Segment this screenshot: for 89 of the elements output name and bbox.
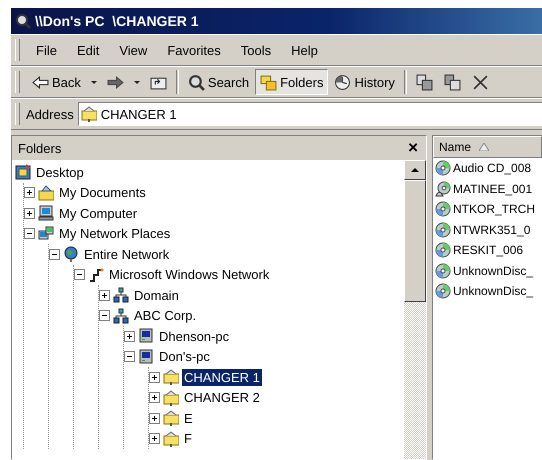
shared-folder-icon [163,369,179,386]
delete-icon [472,74,489,90]
collapse-box[interactable] [99,310,110,322]
collapse-box[interactable] [124,351,135,362]
tree-item[interactable]: F [182,430,194,448]
disc-entry[interactable]: UnknownDisc_ [433,281,542,302]
scroll-up-button[interactable] [404,160,426,180]
disc-entry[interactable]: Audio CD_008 [433,158,542,178]
tree-item[interactable]: Microsoft Windows Network [107,266,272,284]
menu-item[interactable]: File [26,42,67,58]
expand-box[interactable] [149,412,160,424]
menu-item[interactable]: View [109,42,158,58]
back-arrow-icon [32,74,49,90]
column-header[interactable]: Name [433,136,542,158]
address-field[interactable]: CHANGER 1 [78,102,542,126]
folders-button[interactable]: Folders [255,69,328,95]
tree-item[interactable]: Dhenson-pc [157,328,232,345]
tree-item[interactable]: Entire Network [82,246,172,263]
disc-entry[interactable]: UnknownDisc_ [433,260,542,281]
computer-icon [138,328,154,344]
shared-folder-icon [163,430,179,447]
address-label: Address [26,106,75,122]
scrollbar-thumb[interactable] [404,180,426,302]
clock-icon [334,74,352,90]
collapse-box[interactable] [24,228,35,240]
menu-item[interactable]: Favorites [157,42,231,58]
tree-item[interactable]: My Network Places [57,225,172,242]
expand-box[interactable] [124,330,135,342]
menu-item[interactable]: Edit [66,42,110,58]
shared-folder-icon [163,390,179,406]
expand-box[interactable] [99,290,110,301]
up-arrow-icon [411,168,419,172]
tree-item[interactable]: Don's-pc [157,348,212,366]
disc-entry[interactable]: RESKIT_006 [433,240,542,260]
disc-entry[interactable]: MATINEE_001 [433,178,542,199]
disc-icon [435,242,451,258]
tree-item[interactable]: My Documents [57,184,148,202]
search-icon [188,74,205,90]
workgroup-icon [113,287,129,304]
close-button[interactable]: × [406,138,420,158]
disc-icon [435,222,451,238]
network-icon [88,266,104,283]
copy-icon [444,74,461,90]
folders-icon [260,74,278,90]
menu-item[interactable]: Help [281,42,328,58]
shared-disc-icon [435,180,451,197]
network-computers-icon [38,226,54,242]
move-icon [416,74,433,90]
disc-icon [435,160,451,176]
toolbar-grip[interactable] [15,103,20,125]
caret-icon [134,80,140,84]
globe-icon [63,246,79,262]
expand-box[interactable] [149,433,160,444]
tree-item[interactable]: Desktop [34,164,86,181]
shared-folder-icon [80,106,97,122]
tree-item[interactable]: Domain [132,286,181,304]
disc-entry[interactable]: NTWRK351_0 [433,220,542,240]
back-button[interactable]: Back [27,69,86,95]
tree-item[interactable]: CHANGER 2 [182,389,262,406]
menu-item[interactable]: Tools [230,42,282,58]
search-icon [15,13,31,29]
caret-icon [90,80,97,84]
computer-icon [38,205,54,222]
disc-entry[interactable]: NTKOR_TRCH [433,199,542,220]
pane-title: Folders [18,140,62,156]
tree-item[interactable]: E [182,410,195,427]
tree-item[interactable]: CHANGER 1 [182,368,262,386]
expand-box[interactable] [24,187,35,198]
toolbar-grip[interactable] [15,71,20,93]
workgroup-icon [113,308,129,324]
expand-box[interactable] [24,208,35,219]
collapse-box[interactable] [74,269,85,280]
computer-icon [138,348,154,365]
history-button[interactable]: History [329,69,400,95]
documents-folder-icon [38,184,54,201]
expand-box[interactable] [149,392,160,404]
desktop-icon [15,164,31,180]
tree-item[interactable]: ABC Corp. [132,307,198,324]
toolbar-grip[interactable] [15,39,20,61]
expand-box[interactable] [149,372,160,383]
shared-folder-icon [163,410,179,426]
disc-icon [435,262,451,279]
disc-icon [435,201,451,218]
collapse-box[interactable] [49,248,60,260]
disc-icon [435,283,451,300]
window-title: \\Don's PC \CHANGER 1 [35,13,199,29]
tree-item[interactable]: My Computer [57,204,140,222]
search-button[interactable]: Search [182,69,254,95]
forward-arrow-icon [106,74,124,90]
